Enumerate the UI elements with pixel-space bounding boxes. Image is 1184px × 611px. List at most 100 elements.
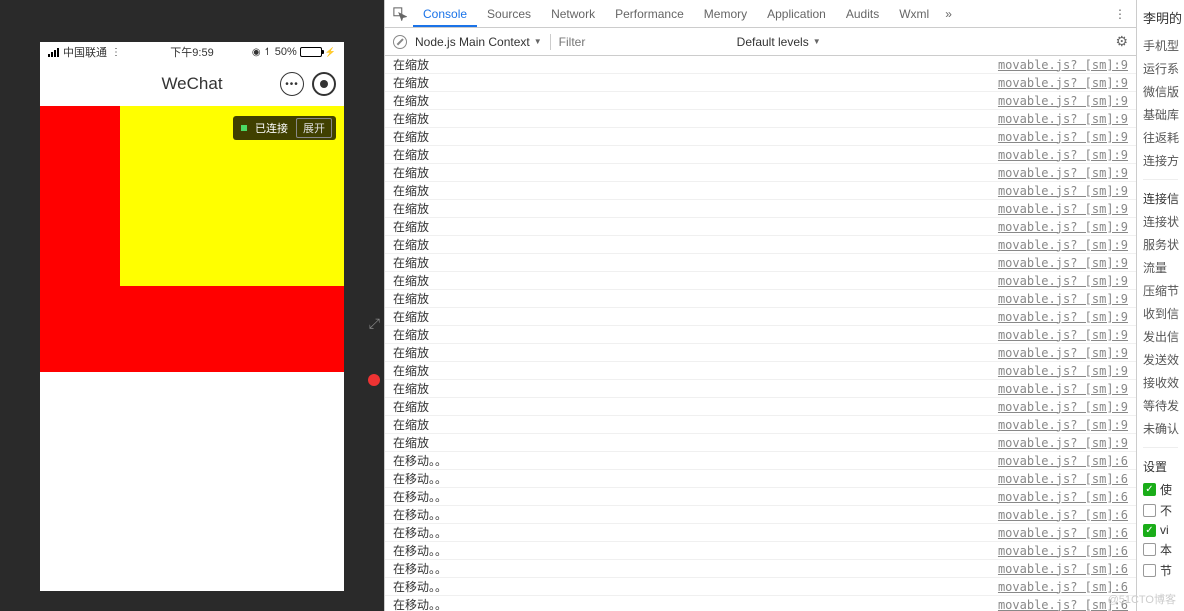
checkbox-label: 节 — [1160, 562, 1172, 579]
info-item: 未确认 — [1143, 420, 1178, 437]
log-source-link[interactable]: movable.js? [sm]:9 — [998, 148, 1128, 162]
info-item: 等待发 — [1143, 397, 1178, 414]
context-selector[interactable]: Node.js Main Context ▼ — [415, 35, 542, 49]
log-source-link[interactable]: movable.js? [sm]:9 — [998, 130, 1128, 144]
separator — [550, 34, 551, 50]
log-row: 在缩放movable.js? [sm]:9 — [385, 200, 1136, 218]
log-source-link[interactable]: movable.js? [sm]:9 — [998, 184, 1128, 198]
console-toolbar: Node.js Main Context ▼ Default levels ▼ … — [385, 28, 1136, 56]
devtools-menu-icon[interactable]: ⋮ — [1108, 7, 1132, 21]
tab-performance[interactable]: Performance — [605, 1, 694, 27]
log-message: 在移动。。 — [393, 488, 998, 505]
log-source-link[interactable]: movable.js? [sm]:9 — [998, 382, 1128, 396]
log-row: 在缩放movable.js? [sm]:9 — [385, 92, 1136, 110]
gear-icon[interactable]: ⚙ — [1115, 33, 1128, 50]
log-row: 在缩放movable.js? [sm]:9 — [385, 290, 1136, 308]
console-body[interactable]: 在缩放movable.js? [sm]:9在缩放movable.js? [sm]… — [385, 56, 1136, 611]
log-row: 在缩放movable.js? [sm]:9 — [385, 182, 1136, 200]
log-row: 在缩放movable.js? [sm]:9 — [385, 344, 1136, 362]
log-source-link[interactable]: movable.js? [sm]:9 — [998, 112, 1128, 126]
log-source-link[interactable]: movable.js? [sm]:9 — [998, 310, 1128, 324]
log-source-link[interactable]: movable.js? [sm]:9 — [998, 256, 1128, 270]
setting-checkbox[interactable]: 不 — [1143, 502, 1178, 519]
page-title: WeChat — [161, 74, 222, 94]
checkbox-label: vi — [1160, 523, 1169, 537]
tab-application[interactable]: Application — [757, 1, 836, 27]
tab-wxml[interactable]: Wxml — [889, 1, 939, 27]
inspect-icon[interactable] — [389, 3, 411, 25]
tabs-overflow[interactable]: » — [945, 7, 952, 21]
log-row: 在缩放movable.js? [sm]:9 — [385, 56, 1136, 74]
setting-checkbox[interactable]: ✓vi — [1143, 523, 1178, 537]
checkbox-icon — [1143, 564, 1156, 577]
devtools-tabs: ConsoleSourcesNetworkPerformanceMemoryAp… — [385, 0, 1136, 28]
log-source-link[interactable]: movable.js? [sm]:9 — [998, 292, 1128, 306]
levels-label: Default levels — [737, 35, 809, 49]
log-row: 在移动。。movable.js? [sm]:6 — [385, 578, 1136, 596]
section-heading: 设置 — [1143, 458, 1178, 475]
setting-checkbox[interactable]: 本 — [1143, 541, 1178, 558]
info-item: 连接方 — [1143, 152, 1178, 169]
tab-network[interactable]: Network — [541, 1, 605, 27]
log-source-link[interactable]: movable.js? [sm]:9 — [998, 58, 1128, 72]
filter-input[interactable] — [559, 35, 729, 49]
log-source-link[interactable]: movable.js? [sm]:9 — [998, 220, 1128, 234]
log-source-link[interactable]: movable.js? [sm]:9 — [998, 166, 1128, 180]
log-source-link[interactable]: movable.js? [sm]:6 — [998, 490, 1128, 504]
log-source-link[interactable]: movable.js? [sm]:6 — [998, 526, 1128, 540]
log-row: 在缩放movable.js? [sm]:9 — [385, 110, 1136, 128]
tab-sources[interactable]: Sources — [477, 1, 541, 27]
info-item: 接收效 — [1143, 374, 1178, 391]
log-row: 在移动。。movable.js? [sm]:6 — [385, 596, 1136, 611]
context-label: Node.js Main Context — [415, 35, 530, 49]
log-row: 在缩放movable.js? [sm]:9 — [385, 398, 1136, 416]
resize-icon[interactable]: ⤢ — [369, 315, 380, 332]
target-icon[interactable] — [312, 72, 336, 96]
wifi-icon: ⋮ — [111, 47, 121, 58]
log-source-link[interactable]: movable.js? [sm]:9 — [998, 274, 1128, 288]
log-source-link[interactable]: movable.js? [sm]:9 — [998, 76, 1128, 90]
info-item: 收到信 — [1143, 305, 1178, 322]
log-source-link[interactable]: movable.js? [sm]:6 — [998, 544, 1128, 558]
menu-dots-icon[interactable]: ••• — [280, 72, 304, 96]
record-dot-icon[interactable] — [368, 374, 380, 386]
checkbox-label: 使 — [1160, 481, 1172, 498]
tab-console[interactable]: Console — [413, 1, 477, 27]
log-source-link[interactable]: movable.js? [sm]:9 — [998, 400, 1128, 414]
setting-checkbox[interactable]: 节 — [1143, 562, 1178, 579]
info-item: 往返耗 — [1143, 129, 1178, 146]
log-source-link[interactable]: movable.js? [sm]:6 — [998, 472, 1128, 486]
tab-memory[interactable]: Memory — [694, 1, 757, 27]
devtools-panel: ConsoleSourcesNetworkPerformanceMemoryAp… — [384, 0, 1136, 611]
log-message: 在缩放 — [393, 236, 998, 253]
clear-console-icon[interactable] — [393, 35, 407, 49]
expand-button[interactable]: 展开 — [296, 118, 332, 138]
log-row: 在缩放movable.js? [sm]:9 — [385, 272, 1136, 290]
log-row: 在移动。。movable.js? [sm]:6 — [385, 506, 1136, 524]
log-source-link[interactable]: movable.js? [sm]:9 — [998, 418, 1128, 432]
log-row: 在移动。。movable.js? [sm]:6 — [385, 560, 1136, 578]
log-message: 在缩放 — [393, 92, 998, 109]
log-message: 在缩放 — [393, 128, 998, 145]
log-source-link[interactable]: movable.js? [sm]:6 — [998, 508, 1128, 522]
log-source-link[interactable]: movable.js? [sm]:9 — [998, 364, 1128, 378]
log-source-link[interactable]: movable.js? [sm]:6 — [998, 454, 1128, 468]
log-source-link[interactable]: movable.js? [sm]:9 — [998, 202, 1128, 216]
log-source-link[interactable]: movable.js? [sm]:9 — [998, 346, 1128, 360]
chevron-down-icon: ▼ — [813, 37, 821, 46]
log-row: 在缩放movable.js? [sm]:9 — [385, 308, 1136, 326]
log-source-link[interactable]: movable.js? [sm]:9 — [998, 328, 1128, 342]
log-message: 在移动。。 — [393, 452, 998, 469]
log-source-link[interactable]: movable.js? [sm]:9 — [998, 436, 1128, 450]
log-levels-selector[interactable]: Default levels ▼ — [737, 35, 821, 49]
log-message: 在缩放 — [393, 308, 998, 325]
log-row: 在缩放movable.js? [sm]:9 — [385, 218, 1136, 236]
log-row: 在移动。。movable.js? [sm]:6 — [385, 524, 1136, 542]
log-source-link[interactable]: movable.js? [sm]:9 — [998, 238, 1128, 252]
tab-audits[interactable]: Audits — [836, 1, 889, 27]
setting-checkbox[interactable]: ✓使 — [1143, 481, 1178, 498]
log-source-link[interactable]: movable.js? [sm]:9 — [998, 94, 1128, 108]
checkbox-label: 不 — [1160, 502, 1172, 519]
watermark: @51CTO博客 — [1108, 591, 1176, 607]
log-source-link[interactable]: movable.js? [sm]:6 — [998, 562, 1128, 576]
